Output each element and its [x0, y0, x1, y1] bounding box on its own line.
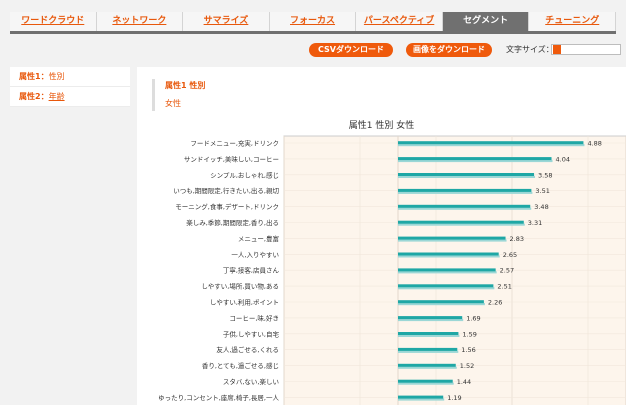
tab-0[interactable]: ワードクラウド: [10, 12, 97, 31]
category-label: 香り,とても,過ごせる,感じ: [202, 361, 279, 370]
bar-shadow: [398, 159, 553, 163]
bar-shadow: [398, 144, 585, 147]
chart-title: 属性1 性別 女性: [348, 121, 415, 131]
tab-bar: ワードクラウド ネットワーク サマライズ フォーカス パースペクティブ セグメント チューニ…: [10, 12, 617, 34]
data-label: 1.19: [447, 394, 461, 402]
bar-shadow: [398, 334, 460, 337]
bar: [398, 284, 494, 288]
data-label: 3.48: [534, 203, 548, 211]
category-label: シンプル,おしゃれ,感じ: [210, 170, 279, 179]
data-label: 4.88: [587, 140, 601, 148]
segment-panel: 属性1 性別 女性 属性1 性別 女性 フードメニュー,充実,ドリンク 4.88 サ…: [137, 67, 626, 405]
selection-info: 属性1 性別 女性: [152, 79, 205, 111]
bar: [398, 268, 496, 272]
bar-shadow: [398, 398, 445, 401]
bar-shadow: [398, 287, 495, 290]
attribute-2-value-link[interactable]: 年齢: [49, 92, 65, 101]
data-label: 3.31: [528, 219, 542, 227]
category-label: ゆったり,コンセント,座席,椅子,長居,一人: [158, 393, 279, 402]
category-label: フードメニュー,充実,ドリンク: [190, 139, 279, 148]
tab-5[interactable]: セグメント: [442, 12, 530, 31]
bar-shadow: [398, 207, 532, 210]
data-label: 1.59: [462, 330, 476, 338]
category-label: モーニング,食事,デザート,ドリンク: [175, 202, 279, 211]
attribute-1-row[interactable]: 属性1：性別: [10, 67, 130, 87]
bar-shadow: [398, 191, 533, 194]
font-size-slider[interactable]: [551, 44, 621, 55]
bar: [398, 347, 458, 351]
tab-4[interactable]: パースペクティブ: [356, 12, 443, 31]
data-label: 1.44: [457, 378, 471, 386]
category-label: いつも,期間限定,行きたい,出る,親切: [173, 186, 279, 195]
selection-title: 属性1 性別: [165, 81, 206, 90]
bar-shadow: [398, 350, 459, 353]
category-label: 楽しみ,季節,期間限定,香り,出る: [186, 218, 279, 227]
bar-shadow: [398, 303, 485, 306]
font-size-slider-handle[interactable]: [553, 45, 561, 54]
bar: [398, 332, 459, 335]
category-label: コーヒー,味,好き: [229, 313, 279, 322]
selection-value: 女性: [165, 99, 181, 108]
category-label: メニュー,豊富: [238, 234, 279, 243]
bar-shadow: [398, 366, 457, 369]
bar: [398, 252, 499, 256]
bar-shadow: [398, 271, 497, 274]
bar: [398, 173, 535, 176]
data-label: 2.65: [503, 251, 517, 259]
data-label: 2.57: [500, 267, 514, 275]
data-label: 3.58: [538, 171, 552, 179]
csv-download-button[interactable]: CSVダウンロード: [309, 43, 393, 57]
tab-2[interactable]: サマライズ: [183, 12, 270, 31]
bar: [398, 220, 524, 224]
bar: [398, 300, 484, 304]
segment-bar-chart: フードメニュー,充実,ドリンク 4.88 サンドイッチ,美味しい,コーヒー 4.04 シ…: [158, 135, 626, 405]
attribute-2-key: 属性2：: [19, 92, 49, 101]
bar-shadow: [398, 175, 536, 178]
bar: [398, 363, 456, 367]
data-label: 3.51: [535, 187, 549, 195]
category-label: 一人,入りやすい: [231, 251, 279, 259]
attribute-1-value: 性別: [48, 72, 65, 81]
data-label: 1.56: [461, 346, 475, 354]
bar-shadow: [398, 239, 507, 242]
data-label: 1.52: [460, 362, 474, 370]
bar: [398, 204, 531, 208]
bar-shadow: [398, 382, 454, 385]
bar: [398, 157, 552, 161]
bar: [398, 379, 453, 383]
attribute-1-key: 属性1：: [19, 72, 49, 81]
data-label: 2.51: [497, 283, 511, 291]
bar-shadow: [398, 318, 464, 322]
category-label: 子供,しやすい,自宅: [223, 329, 280, 338]
bar: [398, 395, 444, 399]
category-label: スタバ,ない,楽しい: [223, 377, 279, 386]
attribute-2-row[interactable]: 属性2：年齢: [10, 87, 130, 107]
category-label: しやすい,利用,ポイント: [210, 298, 279, 307]
bar-shadow: [398, 255, 500, 258]
bar-shadow: [398, 223, 525, 226]
category-label: 丁寧,接客,店員さん: [223, 266, 280, 275]
tab-3[interactable]: フォーカス: [269, 12, 357, 31]
attribute-panel: 属性1：性別 属性2：年齢: [10, 67, 130, 107]
font-size-label: 文字サイズ：: [506, 45, 554, 54]
category-label: しやすい,場所,買い物,ある: [201, 282, 279, 291]
bar: [398, 236, 506, 240]
category-label: 友人,過ごせる,くれる: [216, 345, 279, 354]
bar: [398, 141, 584, 145]
data-label: 2.83: [510, 235, 524, 243]
data-label: 2.26: [488, 299, 502, 307]
toolbar: CSVダウンロード 画像をダウンロード 文字サイズ：: [0, 43, 626, 57]
category-label: サンドイッチ,美味しい,コーヒー: [184, 154, 279, 163]
bar: [398, 316, 463, 320]
bar: [398, 188, 532, 192]
data-label: 4.04: [556, 155, 570, 163]
tab-6[interactable]: チューニング: [529, 12, 617, 31]
image-download-button[interactable]: 画像をダウンロード: [406, 43, 492, 57]
data-label: 1.69: [466, 314, 480, 322]
tab-1[interactable]: ネットワーク: [96, 12, 184, 31]
